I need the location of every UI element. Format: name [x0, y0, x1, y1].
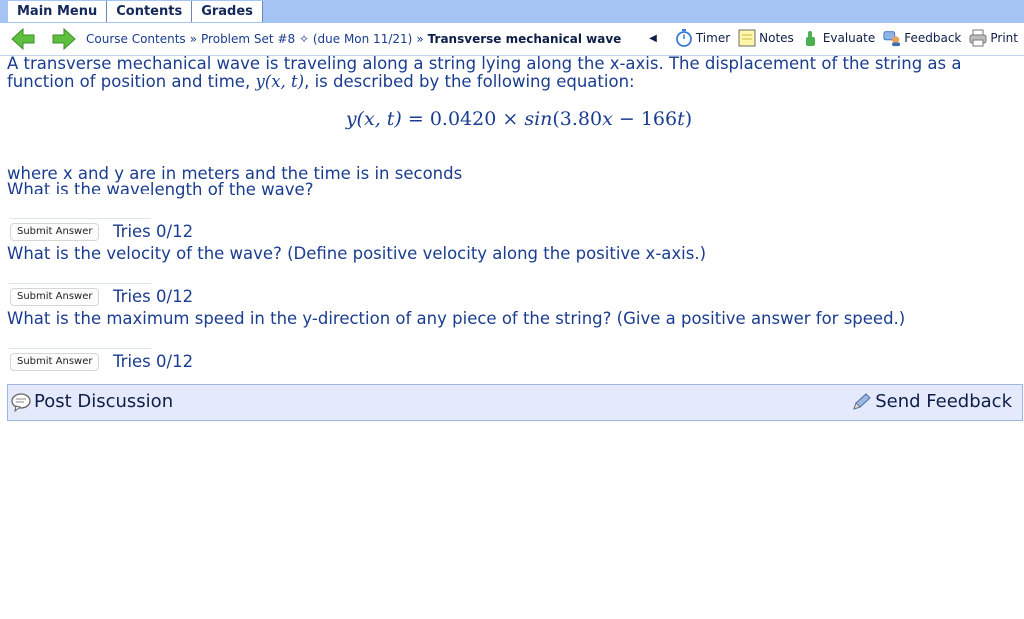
navigation-bar: Course Contents» Problem Set #8 ✧ (due Mo… [0, 24, 1024, 56]
printer-icon [969, 29, 987, 47]
collapse-arrow-icon[interactable]: ◀ [649, 33, 657, 44]
question-2-answer-input[interactable] [9, 259, 151, 284]
breadcrumb-due-date: (due Mon 11/21) [312, 32, 413, 46]
wave-equation: y(x, t) = 0.0420 × sin(3.80x − 166t) [345, 108, 693, 130]
toolbar: ◀ Timer Notes Evaluate Feedback Print [649, 29, 1018, 47]
top-nav: Main Menu Contents Grades [8, 1, 263, 22]
question-3-tries: Tries 0/12 [113, 352, 194, 371]
feedback-people-icon [883, 31, 901, 47]
notes-button[interactable]: Notes [738, 29, 794, 47]
question-1-submit-button[interactable]: Submit Answer [10, 223, 100, 241]
breadcrumb-current-page: Transverse mechanical wave [427, 32, 622, 46]
breadcrumb-course-contents[interactable]: Course Contents [86, 32, 186, 46]
main-menu-tab[interactable]: Main Menu [8, 1, 108, 22]
evaluate-button[interactable]: Evaluate [802, 29, 875, 47]
problem-intro-line-1: A transverse mechanical wave is travelin… [7, 54, 962, 73]
contents-tab[interactable]: Contents [107, 1, 193, 22]
due-marker-icon: ✧ [298, 32, 310, 46]
timer-label: Timer [695, 31, 731, 45]
thumbs-up-icon [805, 31, 815, 46]
breadcrumb-problem-set[interactable]: Problem Set #8 [201, 32, 295, 46]
function-notation: y(x, t) [255, 72, 305, 91]
notepad-icon [738, 29, 756, 47]
question-3-submit-button[interactable]: Submit Answer [10, 353, 100, 371]
stopwatch-icon [675, 29, 692, 47]
discussion-footer: Post Discussion Send Feedback [7, 384, 1023, 421]
send-feedback-button[interactable]: Send Feedback [851, 391, 1012, 412]
print-label: Print [990, 31, 1018, 45]
question-3-answer-input[interactable] [9, 324, 151, 349]
question-1-answer-input[interactable] [9, 194, 151, 219]
pencil-feedback-icon [853, 392, 871, 410]
problem-statement: A transverse mechanical wave is travelin… [7, 54, 1017, 129]
question-1-tries: Tries 0/12 [113, 222, 194, 241]
print-button[interactable]: Print [969, 29, 1018, 47]
breadcrumb-separator: » [189, 32, 198, 46]
feedback-label: Feedback [904, 31, 962, 45]
back-arrow-icon[interactable] [10, 27, 36, 51]
timer-button[interactable]: Timer [675, 29, 730, 47]
evaluate-label: Evaluate [822, 31, 876, 45]
notes-label: Notes [759, 31, 794, 45]
question-2-submit-button[interactable]: Submit Answer [10, 288, 100, 306]
post-discussion-label: Post Discussion [34, 391, 174, 412]
send-feedback-label: Send Feedback [875, 391, 1012, 412]
post-discussion-button[interactable]: Post Discussion [10, 391, 173, 412]
top-menu-bar: Main Menu Contents Grades [0, 0, 1024, 23]
grades-tab[interactable]: Grades [192, 1, 263, 22]
problem-intro-line-2: function of position and time, y(x, t), … [7, 72, 635, 91]
question-2-tries: Tries 0/12 [113, 287, 194, 306]
breadcrumb-separator: » [416, 32, 424, 46]
speech-bubble-icon [11, 392, 31, 412]
breadcrumb: Course Contents» Problem Set #8 ✧ (due Mo… [86, 32, 621, 46]
forward-arrow-icon[interactable] [51, 27, 77, 51]
feedback-button[interactable]: Feedback [883, 29, 961, 47]
